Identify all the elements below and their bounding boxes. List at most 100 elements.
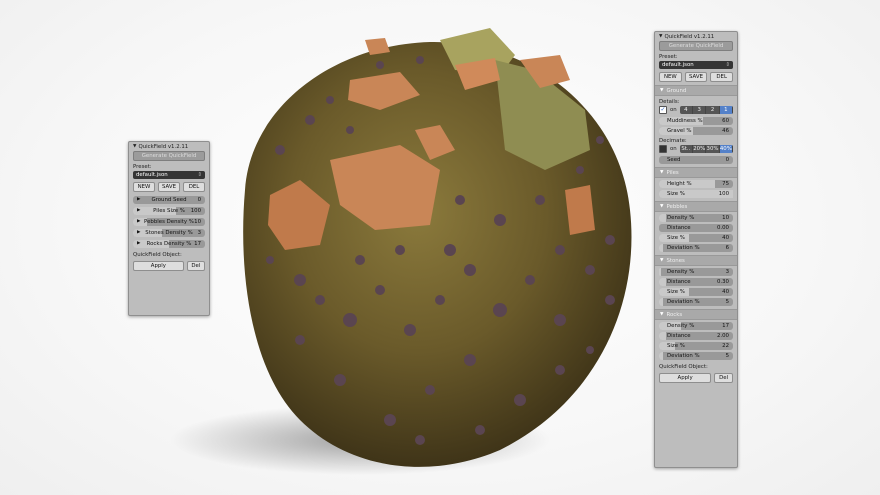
- stones-param-value: 5: [725, 299, 729, 305]
- left-param-value: 100: [190, 208, 201, 214]
- left-panel-title: QuickField v1.2.11: [138, 143, 189, 150]
- rocks-param-value: 2.00: [716, 333, 729, 339]
- expand-triangle-icon: ▼: [660, 204, 664, 209]
- preset-save-button[interactable]: SAVE: [684, 72, 708, 82]
- expand-triangle-icon: ▼: [660, 170, 664, 175]
- left-param-label: Stones Density %: [145, 230, 193, 236]
- stones-header-label: Stones: [666, 257, 685, 264]
- rocks-param-label: Deviation %: [667, 353, 700, 359]
- rocks-section-header[interactable]: ▼ Rocks: [655, 309, 737, 320]
- expand-triangle-icon: ▼: [660, 258, 664, 263]
- rocks-param-value: 17: [722, 323, 729, 329]
- seed-field[interactable]: Seed 0: [659, 156, 733, 164]
- decimate-option[interactable]: 20%: [693, 145, 707, 153]
- preset-dropdown[interactable]: default.json ⇕: [133, 171, 205, 179]
- stones-param-slider[interactable]: Density % 3: [659, 268, 733, 276]
- stones-param-value: 3: [725, 269, 729, 275]
- collapse-triangle-icon[interactable]: ▼: [133, 144, 136, 149]
- pebbles-param-value: 0.00: [716, 225, 729, 231]
- pebbles-param-value: 40: [722, 235, 729, 241]
- details-option[interactable]: 2: [706, 106, 720, 114]
- details-on-label: on: [670, 107, 677, 113]
- rocks-param-slider[interactable]: Size % 22: [659, 342, 733, 350]
- pebbles-param-slider[interactable]: Distance 0.00: [659, 224, 733, 232]
- preset-dropdown[interactable]: default.json ⇕: [659, 61, 733, 69]
- left-param-value: 3: [197, 230, 201, 236]
- pebbles-param-value: 10: [722, 215, 729, 221]
- stones-param-label: Deviation %: [667, 299, 700, 305]
- apply-button[interactable]: Apply: [659, 373, 712, 383]
- rocks-param-value: 22: [722, 343, 729, 349]
- expand-triangle-icon: ▼: [660, 312, 664, 317]
- gravel-slider[interactable]: Gravel % 46: [659, 127, 733, 135]
- pebbles-param-slider[interactable]: Deviation % 6: [659, 244, 733, 252]
- expand-triangle-icon: ▼: [660, 88, 664, 93]
- seed-value: 0: [725, 157, 729, 163]
- preset-value: default.json: [136, 172, 168, 178]
- pebbles-param-label: Deviation %: [667, 245, 700, 251]
- piles-param-value: 75: [722, 181, 729, 187]
- rocks-param-value: 5: [725, 353, 729, 359]
- rocks-param-slider[interactable]: Deviation % 5: [659, 352, 733, 360]
- rocks-header-label: Rocks: [666, 311, 683, 318]
- details-option-selected[interactable]: 1: [719, 106, 733, 114]
- generate-quickfield-button[interactable]: Generate QuickField: [133, 151, 205, 161]
- preset-new-button[interactable]: NEW: [659, 72, 682, 82]
- ground-header-label: Ground: [666, 87, 687, 94]
- preset-value: default.json: [662, 62, 694, 68]
- stones-param-value: 0.30: [716, 279, 729, 285]
- dropdown-arrow-icon: ⇕: [725, 62, 730, 68]
- left-panel-header[interactable]: ▼ QuickField v1.2.11: [129, 142, 209, 151]
- quickfield-object-label: QuickField Object:: [133, 252, 182, 258]
- left-param-field[interactable]: ▶ Ground Seed 0: [133, 196, 205, 204]
- pebbles-param-slider[interactable]: Density % 10: [659, 214, 733, 222]
- decimate-option[interactable]: St..: [679, 145, 694, 153]
- collapse-triangle-icon[interactable]: ▼: [659, 34, 662, 39]
- piles-param-slider[interactable]: Height % 75: [659, 180, 733, 188]
- decimate-option[interactable]: 30%: [706, 145, 720, 153]
- seed-label: Seed: [667, 157, 681, 163]
- right-panel-header[interactable]: ▼ QuickField v1.2.11: [655, 32, 737, 41]
- piles-param-slider[interactable]: Size % 100: [659, 190, 733, 198]
- decimate-on-label: on: [670, 146, 677, 152]
- piles-param-value: 100: [718, 191, 729, 197]
- delete-object-button[interactable]: Del: [186, 261, 205, 271]
- stones-param-slider[interactable]: Size % 40: [659, 288, 733, 296]
- piles-section-header[interactable]: ▼ Piles: [655, 167, 737, 178]
- right-quickfield-panel: ▼ QuickField v1.2.11 Generate QuickField…: [654, 31, 738, 468]
- stones-param-label: Density %: [667, 269, 695, 275]
- stones-section-header[interactable]: ▼ Stones: [655, 255, 737, 266]
- decimate-level-selector: St.. 20% 30% 40%: [679, 145, 733, 153]
- preset-new-button[interactable]: NEW: [133, 182, 155, 192]
- apply-button[interactable]: Apply: [133, 261, 184, 271]
- left-quickfield-panel: ▼ QuickField v1.2.11 Generate QuickField…: [128, 141, 210, 316]
- ground-section-header[interactable]: ▼ Ground: [655, 85, 737, 96]
- left-param-field[interactable]: ▶ Rocks Density % 17: [133, 240, 205, 248]
- stones-param-slider[interactable]: Distance 0.30: [659, 278, 733, 286]
- rocks-param-slider[interactable]: Distance 2.00: [659, 332, 733, 340]
- preset-del-button[interactable]: DEL: [710, 72, 734, 82]
- decimate-on-checkbox[interactable]: [659, 145, 667, 153]
- dropdown-arrow-icon: ⇕: [197, 172, 202, 178]
- pebbles-param-value: 6: [725, 245, 729, 251]
- pebbles-param-slider[interactable]: Size % 40: [659, 234, 733, 242]
- generate-quickfield-button[interactable]: Generate QuickField: [659, 41, 733, 51]
- left-param-field[interactable]: ▶ Piles Size % 100: [133, 207, 205, 215]
- details-level-selector: 4 3 2 1: [679, 106, 733, 114]
- decimate-label: Decimate:: [659, 138, 687, 144]
- preset-label: Preset:: [133, 164, 152, 170]
- muddiness-slider[interactable]: Muddiness % 60: [659, 117, 733, 125]
- rocks-param-slider[interactable]: Density % 17: [659, 322, 733, 330]
- pebbles-section-header[interactable]: ▼ Pebbles: [655, 201, 737, 212]
- decimate-option-selected[interactable]: 40%: [719, 145, 733, 153]
- details-option[interactable]: 4: [679, 106, 694, 114]
- preset-label: Preset:: [659, 54, 678, 60]
- details-option[interactable]: 3: [693, 106, 707, 114]
- left-param-field[interactable]: ▶ Pebbles Density % 10: [133, 218, 205, 226]
- left-param-field[interactable]: ▶ Stones Density % 3: [133, 229, 205, 237]
- details-on-checkbox[interactable]: ✓: [659, 106, 667, 114]
- stones-param-slider[interactable]: Deviation % 5: [659, 298, 733, 306]
- preset-del-button[interactable]: DEL: [183, 182, 205, 192]
- delete-object-button[interactable]: Del: [714, 373, 733, 383]
- preset-save-button[interactable]: SAVE: [158, 182, 180, 192]
